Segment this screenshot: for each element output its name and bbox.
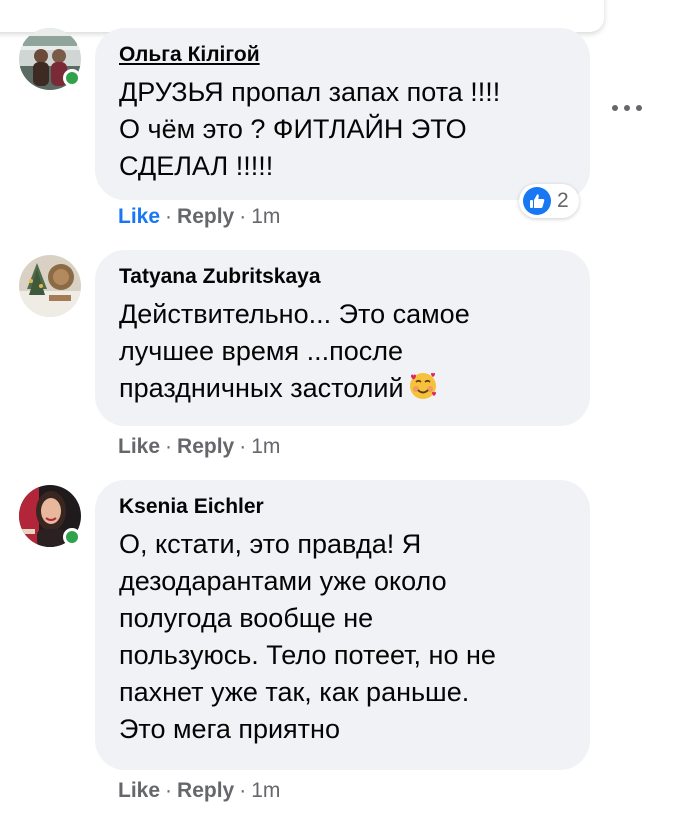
timestamp[interactable]: 1m <box>251 779 280 802</box>
more-options-icon[interactable] <box>612 100 642 116</box>
separator: · <box>239 435 247 458</box>
reaction-count: 2 <box>557 189 569 212</box>
comment-bubble: Tatyana Zubritskaya Действительно... Это… <box>95 250 590 426</box>
avatar[interactable] <box>19 255 81 317</box>
like-button[interactable]: Like <box>118 205 160 228</box>
like-button[interactable]: Like <box>118 779 160 802</box>
like-reaction-icon <box>523 187 551 215</box>
comment-text: О, кстати, это правда! Я дезодарантами у… <box>119 529 496 744</box>
reaction-summary[interactable]: 2 <box>519 184 579 218</box>
online-status-indicator <box>63 528 81 546</box>
like-button[interactable]: Like <box>118 435 160 458</box>
separator: · <box>165 779 173 802</box>
separator: · <box>239 779 247 802</box>
separator: · <box>165 205 173 228</box>
reply-button[interactable]: Reply <box>177 779 234 802</box>
timestamp[interactable]: 1m <box>251 205 280 228</box>
online-status-indicator <box>63 69 81 87</box>
comment-bubble: Ольга Кiлiгой ДРУЗЬЯ пропал запах пота !… <box>95 28 590 200</box>
comment-text: Действительно... Это самое лучшее время … <box>119 296 568 411</box>
comment-actions: Like · Reply · 1m <box>118 204 280 230</box>
comment-actions: Like · Reply · 1m <box>118 434 280 460</box>
comment-text: ДРУЗЬЯ пропал запах пота !!!! О чём это … <box>119 77 501 181</box>
comment-author[interactable]: Ольга Кiлiгой <box>119 42 568 68</box>
timestamp[interactable]: 1m <box>251 435 280 458</box>
comment-author[interactable]: Ksenia Eichler <box>119 494 568 520</box>
separator: · <box>165 435 173 458</box>
smiling-face-with-hearts-icon <box>408 371 438 411</box>
reply-button[interactable]: Reply <box>177 435 234 458</box>
comment-actions: Like · Reply · 1m <box>118 778 280 804</box>
separator: · <box>239 205 247 228</box>
comment-bubble: Ksenia Eichler О, кстати, это правда! Я … <box>95 480 590 770</box>
comment-author[interactable]: Tatyana Zubritskaya <box>119 264 568 290</box>
reply-button[interactable]: Reply <box>177 205 234 228</box>
avatar-photo <box>19 255 81 317</box>
